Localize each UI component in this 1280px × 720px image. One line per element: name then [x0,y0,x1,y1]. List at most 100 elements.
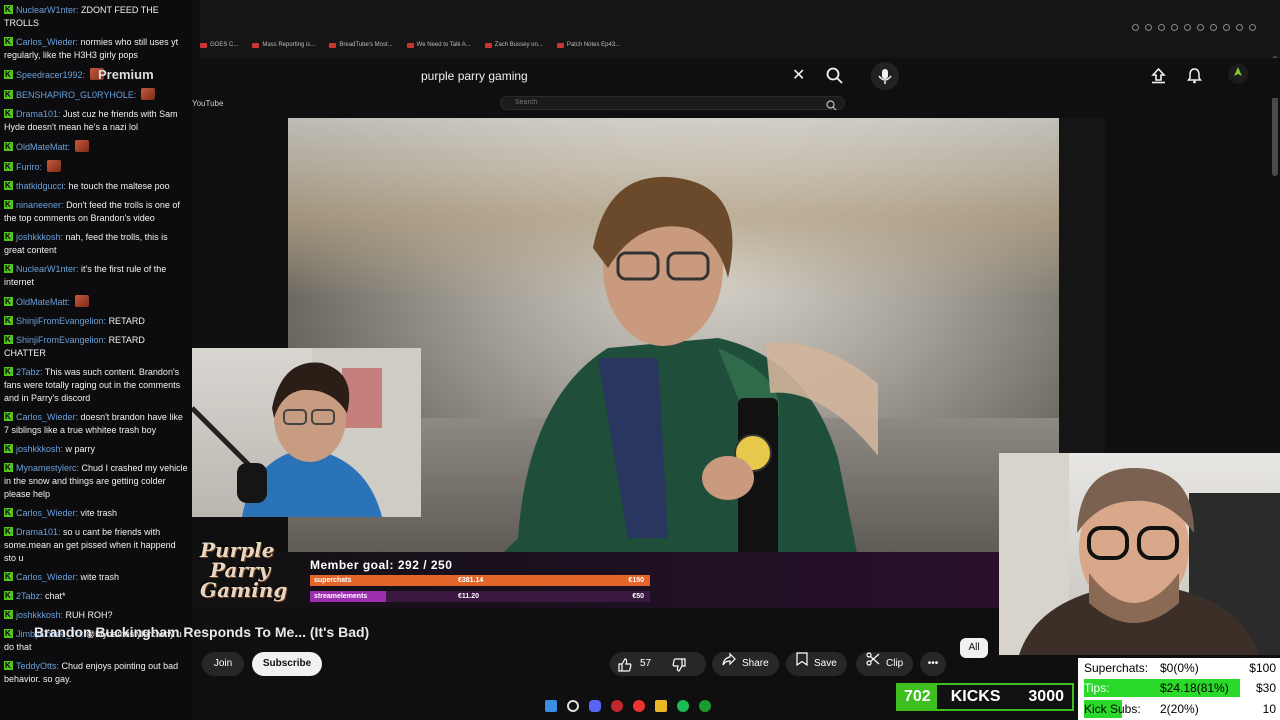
youtube-premium-label: Premium [98,67,154,82]
kick-badge-icon [4,160,13,173]
bookmark-item[interactable]: Zach Bussey on... [484,42,543,48]
superchats-meter: superchats €381.14 €150 [310,575,650,586]
kick-badge-icon [4,3,13,16]
chat-username[interactable]: Mynamestylerc [16,463,77,473]
chat-message: ShinjiFromEvangelion: RETARD [4,314,188,328]
kick-badge-icon [4,410,13,423]
dislike-icon[interactable] [672,658,686,682]
chat-text: vite trash [80,508,118,518]
chat-username[interactable]: Carlos_Wieder [16,412,76,422]
windows-start-icon[interactable] [545,700,557,712]
chat-username[interactable]: TeddyOtts [16,661,57,671]
voice-search-icon[interactable] [871,62,899,90]
chat-username[interactable]: NuclearW1nter [16,5,76,15]
youtube-logo[interactable]: YouTube [192,99,223,108]
member-goal-counter: Member goal: 292 / 250 [310,558,453,572]
chat-message: Carlos_Wieder: vite trash [4,506,188,520]
discord-icon[interactable] [589,700,601,712]
clip-label: Clip [886,658,904,669]
chat-message: Furiro: [4,160,188,174]
save-button[interactable]: Save [786,652,847,676]
chat-username[interactable]: 2Tabz [16,367,40,377]
scissors-icon [866,652,880,676]
chat-username[interactable]: ShinjiFromEvangelion [16,335,104,345]
kick-badge-icon [4,442,13,455]
subscribe-button[interactable]: Subscribe [252,652,322,676]
search-input[interactable]: purple parry gaming [408,69,818,83]
chat-message: thatkidgucci: he touch the maltese poo [4,179,188,193]
kick-badge-icon [4,589,13,602]
chat-username[interactable]: joshkkkosh [16,610,61,620]
chat-emote-icon [74,295,89,307]
windows-taskbar [545,700,711,712]
goal-row-superchats: Superchats: $0(0%) $100 [1084,661,1276,675]
bookmark-favicon-icon [329,42,337,48]
chat-message: BENSHAPIRO_GL0RYHOLE: [4,88,188,102]
chat-username[interactable]: ninaneener [16,200,61,210]
notifications-bell-icon[interactable] [1186,67,1203,88]
chat-username[interactable]: Furiro [16,162,40,172]
like-dislike-group[interactable]: 57 [610,652,706,676]
kick-badge-icon [4,198,13,211]
extension-icons[interactable] [1132,24,1256,31]
chat-username[interactable]: Carlos_Wieder [16,572,76,582]
spotify-icon[interactable] [677,700,689,712]
clip-button[interactable]: Clip [856,652,914,676]
chat-username[interactable]: Speedracer1992 [16,70,83,80]
share-button[interactable]: Share [712,652,779,676]
bookmark-item[interactable]: GOES C... [200,42,238,48]
share-label: Share [742,658,769,669]
guest-webcam [192,348,421,517]
opera-icon[interactable] [611,700,623,712]
file-explorer-icon[interactable] [655,700,667,712]
chat-message: TeddyOtts: Chud enjoys pointing out bad … [4,659,188,686]
chat-text: he touch the maltese poo [68,181,170,191]
chat-username[interactable]: OldMateMatt [16,297,68,307]
bookmark-item[interactable]: Patch Notes Ep43... [556,42,620,48]
chat-username[interactable]: BENSHAPIRO_GL0RYHOLE [16,90,134,100]
chat-message: ninaneener: Don't feed the trolls is one… [4,198,188,225]
chat-username[interactable]: 2Tabz [16,591,40,601]
bookmark-item[interactable]: Mass Reporting is... [252,42,315,48]
chat-message: joshkkkosh: nah, feed the trolls, this i… [4,230,188,257]
secondary-search-input[interactable]: Search [500,96,845,110]
chat-text: RETARD [108,316,145,326]
kick-badge-icon [4,88,13,101]
avatar[interactable] [1228,64,1248,84]
chat-username[interactable]: Carlos_Wieder [16,37,76,47]
join-button[interactable]: Join [202,652,244,676]
like-icon[interactable] [618,658,632,682]
purple-parry-gaming-logo: Purple Parry Gaming [200,538,288,602]
chat-username[interactable]: joshkkkosh [16,444,61,454]
more-actions-icon[interactable]: ••• [920,652,946,676]
clear-search-icon[interactable]: ✕ [792,68,805,84]
secondary-search-icon[interactable] [826,98,837,116]
taskbar-search-icon[interactable] [567,700,579,712]
share-icon [722,652,736,676]
chat-username[interactable]: OldMateMatt [16,142,68,152]
search-icon[interactable] [826,67,843,88]
bookmark-favicon-icon [556,42,564,48]
bookmark-item[interactable]: BreadTube's Most... [329,42,393,48]
upload-icon[interactable] [1150,67,1167,88]
search-box[interactable]: purple parry gaming [408,62,818,90]
kick-badge-icon [4,68,13,81]
streamer-webcam [999,453,1280,655]
chat-username[interactable]: ShinjiFromEvangelion [16,316,104,326]
save-label: Save [814,658,837,669]
bookmark-item[interactable]: We Need to Talk A... [406,42,471,48]
chat-username[interactable]: Drama101 [16,109,58,119]
chat-username[interactable]: Drama101 [16,527,58,537]
chrome-icon[interactable] [633,700,645,712]
xbox-icon[interactable] [699,700,711,712]
chat-username[interactable]: Carlos_Wieder [16,508,76,518]
chat-message: Drama101: Just cuz he friends with Sam H… [4,107,188,134]
stream-chat: Premium NuclearW1nter: ZDONT FEED THE TR… [0,0,192,720]
chat-username[interactable]: NuclearW1nter [16,264,76,274]
kick-badge-icon [4,659,13,672]
chat-username[interactable]: joshkkkosh [16,232,61,242]
chat-username[interactable]: thatkidgucci [16,181,64,191]
kick-badge-icon [4,333,13,346]
chat-message: NuclearW1nter: ZDONT FEED THE TROLLS [4,3,188,30]
filter-chip-all[interactable]: All [960,638,988,658]
